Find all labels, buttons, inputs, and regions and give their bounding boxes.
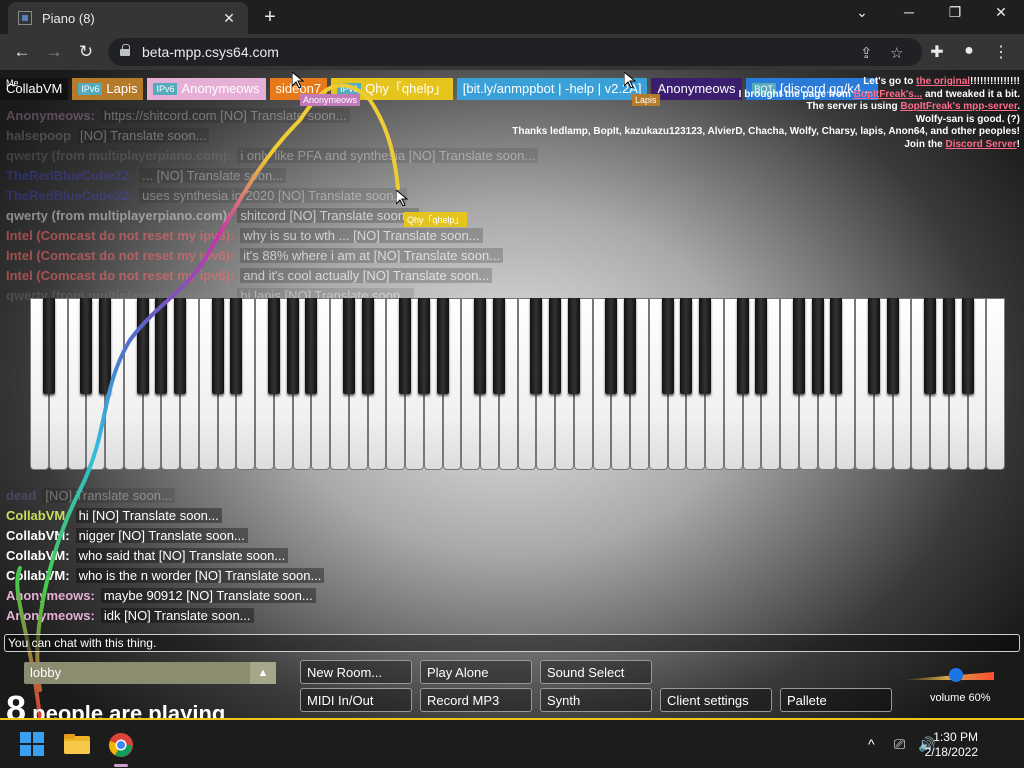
chrome-icon[interactable] [108,732,133,757]
player-count: 8 people are playing [6,688,225,718]
record-mp3-button[interactable]: Record MP3 [420,688,532,712]
client-settings-button[interactable]: Client settings [660,688,772,712]
share-icon[interactable]: ⇪ [860,44,873,62]
tab-piano[interactable]: Piano (8) ✕ [8,2,248,34]
piano-page: Me CollabVM IPv6 Lapis IPv6 Anonymeows sideon7… [0,70,1024,718]
cursor-arrow-lapis [623,70,637,89]
profile-avatar-icon[interactable]: ● [958,42,980,60]
url-text[interactable]: beta-mpp.csys64.com [142,44,279,60]
room-select[interactable]: lobby ▲ [24,662,276,684]
back-arrow-icon[interactable]: ← [10,42,34,62]
cursor-label-qhy: Qhy「qhelp」 [404,212,467,227]
tab-close-icon[interactable]: ✕ [220,10,238,27]
windows-start-icon[interactable] [20,732,44,756]
browser-toolbar: ← → ↻ beta-mpp.csys64.com ⇪ ☆ ✚ ● ⋮ [0,34,1024,70]
menu-kebab-icon[interactable]: ⋮ [990,42,1012,62]
play-alone-button[interactable]: Play Alone [420,660,532,684]
cursor-label-lapis: Lapis [632,94,660,106]
midi-button[interactable]: MIDI In/Out [300,688,412,712]
rainbow-trail [15,83,400,718]
room-name: lobby [30,665,62,680]
bookmark-star-icon[interactable]: ☆ [890,44,903,62]
player-count-text: people are playing [32,701,226,718]
extensions-puzzle-icon[interactable]: ✚ [926,42,948,62]
reload-icon[interactable]: ↻ [74,42,98,62]
tray-chevron-icon[interactable]: ^ [868,736,875,752]
chevron-up-icon[interactable]: ▲ [250,662,276,684]
tab-title: Piano (8) [42,10,95,26]
volume-control[interactable]: volume 60% [898,666,994,706]
cursor-arrow-anonymeows [291,70,305,89]
tab-bar: Piano (8) ✕ + ⌄ ─ ❐ ✕ [0,0,1024,34]
address-bar[interactable]: beta-mpp.csys64.com ⇪ ☆ [108,38,922,66]
new-room-button[interactable]: New Room... [300,660,412,684]
clock-date: 2/18/2022 [924,745,978,759]
control-panel: lobby ▲ 8 people are playing New Room...… [0,652,1024,718]
cursor-label-anonymeows: Anonymeows [300,94,361,106]
new-tab-button[interactable]: + [258,6,282,29]
volume-slider[interactable] [898,672,994,680]
restore-button[interactable]: ❐ [935,4,975,21]
file-explorer-icon[interactable] [64,732,90,756]
cursor-arrow-qhy [395,188,409,207]
windows-taskbar: ^ ⎚ 🔊 1:30 PM 2/18/2022 [0,718,1024,768]
network-icon[interactable]: ⎚ [894,736,905,753]
pallete-button[interactable]: Pallete [780,688,892,712]
tab-list-icon[interactable]: ⌄ [842,4,882,21]
clock-time: 1:30 PM [933,730,978,744]
player-count-number: 8 [6,688,27,718]
lock-icon[interactable] [120,44,130,56]
synth-button[interactable]: Synth [540,688,652,712]
system-clock[interactable]: 1:30 PM 2/18/2022 [925,730,978,760]
volume-knob[interactable] [948,668,963,682]
piano-favicon-icon [18,11,32,25]
volume-label: volume 60% [930,692,991,704]
chat-input[interactable]: You can chat with this thing. [4,634,1020,652]
minimize-button[interactable]: ─ [889,4,929,20]
sound-select-button[interactable]: Sound Select [540,660,652,684]
forward-arrow-icon[interactable]: → [42,42,66,62]
close-window-button[interactable]: ✕ [981,4,1021,21]
active-app-indicator [114,764,128,767]
